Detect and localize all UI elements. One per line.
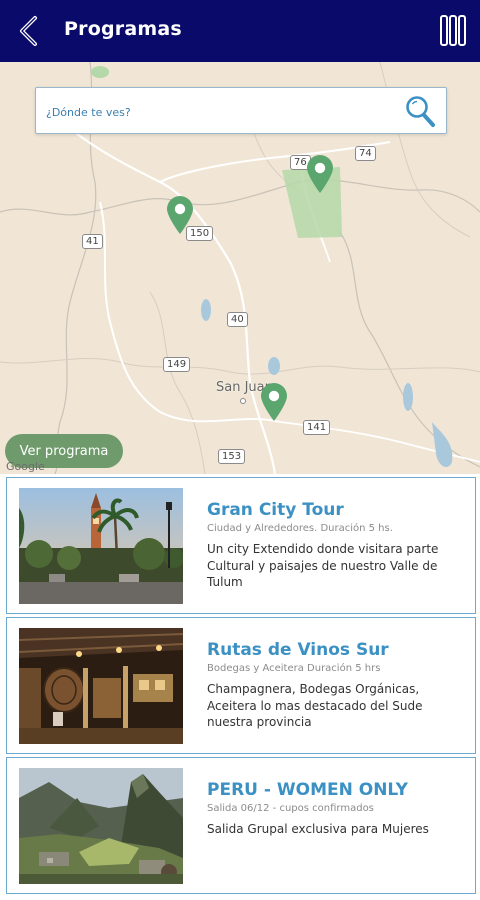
program-card[interactable]: PERU - WOMEN ONLY Salida 06/12 - cupos c… <box>6 757 476 894</box>
program-card[interactable]: Gran City Tour Ciudad y Alrededores. Dur… <box>6 477 476 614</box>
program-description: Salida Grupal exclusiva para Mujeres <box>207 822 429 836</box>
program-photo-machu-picchu <box>19 768 183 884</box>
program-title: Rutas de Vinos Sur <box>207 640 389 660</box>
menu-button[interactable] <box>440 15 466 46</box>
program-description: Champagnera, Bodegas Orgánicas, Aceitera… <box>207 682 423 729</box>
app-header: Programas <box>0 0 480 62</box>
program-subtitle: Ciudad y Alrededores. Duración 5 hs. <box>207 523 393 534</box>
city-marker-icon <box>240 398 246 404</box>
map-pin[interactable] <box>305 154 335 194</box>
program-photo-city <box>19 488 183 604</box>
road-label: 40 <box>227 312 248 327</box>
search-icon <box>406 96 435 127</box>
columns-menu-icon <box>440 15 466 46</box>
location-search-box <box>35 87 447 134</box>
road-label: 153 <box>218 449 246 464</box>
page-title: Programas <box>64 18 182 40</box>
map-pin-icon <box>167 196 193 234</box>
map-view[interactable]: 76 74 150 41 40 149 141 153 San Juan Ver… <box>0 62 480 474</box>
map-attribution: Google <box>6 460 45 473</box>
map-pin-icon <box>307 155 333 193</box>
program-subtitle: Salida 06/12 - cupos confirmados <box>207 803 374 814</box>
map-pin[interactable] <box>165 195 195 235</box>
map-pin[interactable] <box>259 382 289 422</box>
road-label: 149 <box>163 357 191 372</box>
program-photo-winery <box>19 628 183 744</box>
program-subtitle: Bodegas y Aceitera Duración 5 hrs <box>207 663 381 674</box>
back-button[interactable] <box>14 14 44 48</box>
road-label: 74 <box>355 146 376 161</box>
program-title: PERU - WOMEN ONLY <box>207 780 408 800</box>
road-label: 141 <box>303 420 331 435</box>
program-description: Un city Extendido donde visitara parte C… <box>207 542 439 589</box>
location-search-input[interactable] <box>46 101 386 123</box>
chevron-left-icon <box>20 16 37 46</box>
search-button[interactable] <box>404 94 436 128</box>
program-list: Gran City Tour Ciudad y Alrededores. Dur… <box>0 474 480 900</box>
map-pin-icon <box>261 383 287 421</box>
program-card[interactable]: Rutas de Vinos Sur Bodegas y Aceitera Du… <box>6 617 476 754</box>
road-label: 41 <box>82 234 103 249</box>
program-title: Gran City Tour <box>207 500 344 520</box>
